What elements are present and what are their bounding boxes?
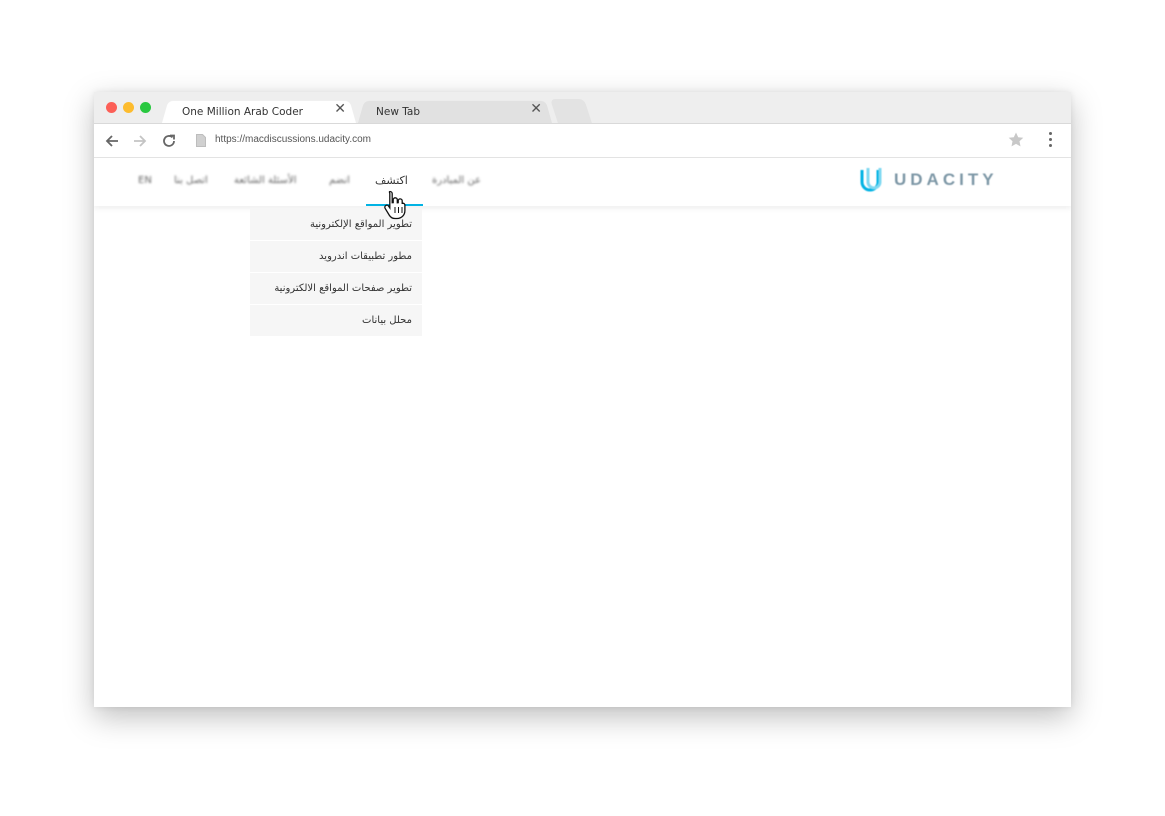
nav-about-initiative[interactable]: عن المبادرة xyxy=(432,175,481,186)
nav-discover[interactable]: اكتشف xyxy=(375,174,408,187)
star-icon[interactable] xyxy=(1007,131,1025,149)
maximize-window-button[interactable] xyxy=(140,102,151,113)
tab-strip: New Tab ✕ One Million Arab Coder ✕ xyxy=(94,92,1071,124)
nav-join[interactable]: انضم xyxy=(329,175,350,186)
forward-arrow-icon[interactable] xyxy=(131,132,149,150)
close-window-button[interactable] xyxy=(106,102,117,113)
discover-dropdown-menu: تطوير المواقع الإلكترونية مطور تطبيقات ا… xyxy=(250,209,422,337)
tab-title: New Tab xyxy=(376,106,421,118)
nav-language-en[interactable]: EN xyxy=(138,175,152,186)
tab-new-tab[interactable]: New Tab ✕ xyxy=(358,99,552,123)
hand-pointer-cursor-icon xyxy=(384,190,406,220)
url-text: https://macdiscussions.udacity.com xyxy=(215,134,371,145)
reload-icon[interactable] xyxy=(160,132,178,150)
tab-close-icon[interactable]: ✕ xyxy=(530,102,542,116)
dropdown-item-android-developer[interactable]: مطور تطبيقات اندرويد xyxy=(250,241,422,273)
dropdown-item-front-end-development[interactable]: تطوير صفحات المواقع الالكترونية xyxy=(250,273,422,305)
minimize-window-button[interactable] xyxy=(123,102,134,113)
address-bar[interactable]: https://macdiscussions.udacity.com xyxy=(188,128,1032,154)
page-icon xyxy=(196,134,206,147)
tab-title: One Million Arab Coder xyxy=(182,106,303,118)
back-arrow-icon[interactable] xyxy=(103,132,121,150)
nav-faq[interactable]: الأسئلة الشائعة xyxy=(234,175,297,186)
dropdown-item-data-analyst[interactable]: محلل بيانات xyxy=(250,305,422,337)
site-header: EN اتصل بنا الأسئلة الشائعة انضم اكتشف ع… xyxy=(94,158,1071,206)
browser-window: New Tab ✕ One Million Arab Coder ✕ https… xyxy=(94,92,1071,707)
udacity-logo[interactable]: UDACITY xyxy=(858,166,1003,196)
new-tab-button[interactable] xyxy=(550,99,592,123)
udacity-logo-icon xyxy=(860,168,882,192)
tab-one-million-arab-coder[interactable]: One Million Arab Coder ✕ xyxy=(162,99,356,123)
web-page: EN اتصل بنا الأسئلة الشائعة انضم اكتشف ع… xyxy=(94,158,1071,707)
menu-dots-icon[interactable] xyxy=(1048,132,1054,150)
logo-wordmark: UDACITY xyxy=(894,170,998,189)
nav-contact-us[interactable]: اتصل بنا xyxy=(174,175,208,186)
tab-close-icon[interactable]: ✕ xyxy=(334,102,346,116)
browser-toolbar: https://macdiscussions.udacity.com xyxy=(94,124,1071,158)
